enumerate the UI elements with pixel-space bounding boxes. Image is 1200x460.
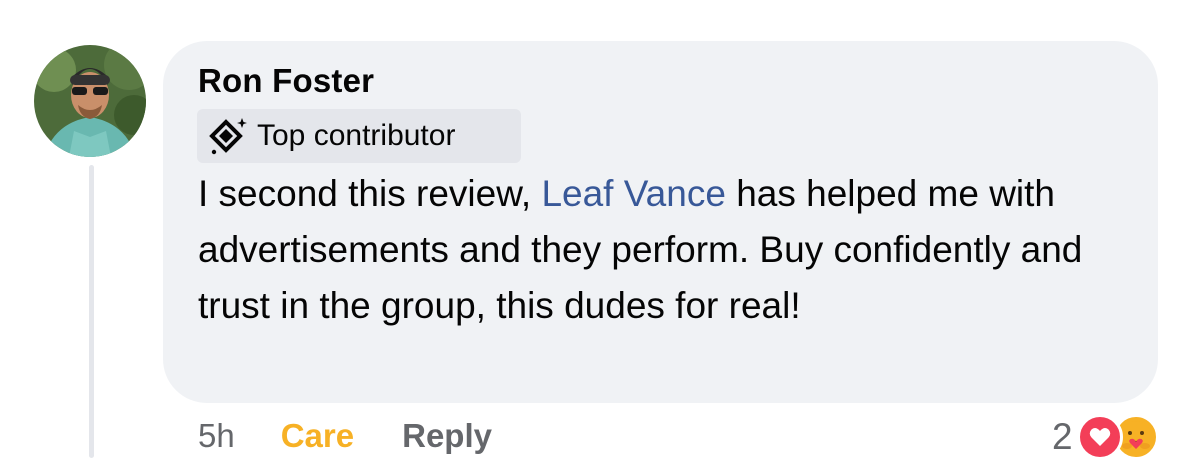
comment-author[interactable]: Ron Foster: [198, 62, 374, 100]
love-icon: [1076, 414, 1123, 460]
avatar[interactable]: [34, 45, 146, 157]
mention-link[interactable]: Leaf Vance: [541, 173, 725, 214]
comment-text: I second this review, Leaf Vance has hel…: [198, 166, 1148, 334]
comment-text-start: I second this review,: [198, 173, 542, 214]
comment-actions: 5h Care Reply: [198, 417, 492, 455]
profile-photo: [34, 45, 146, 157]
reaction-summary[interactable]: 2: [1052, 414, 1159, 460]
care-reaction-button[interactable]: Care: [281, 417, 354, 455]
timestamp[interactable]: 5h: [198, 417, 235, 455]
top-contributor-badge[interactable]: Top contributor: [197, 109, 521, 163]
diamond-sparkle-icon: [201, 109, 255, 163]
reply-button[interactable]: Reply: [402, 417, 492, 455]
reaction-count: 2: [1052, 416, 1073, 457]
thread-line: [89, 165, 94, 458]
badge-label: Top contributor: [257, 119, 456, 152]
